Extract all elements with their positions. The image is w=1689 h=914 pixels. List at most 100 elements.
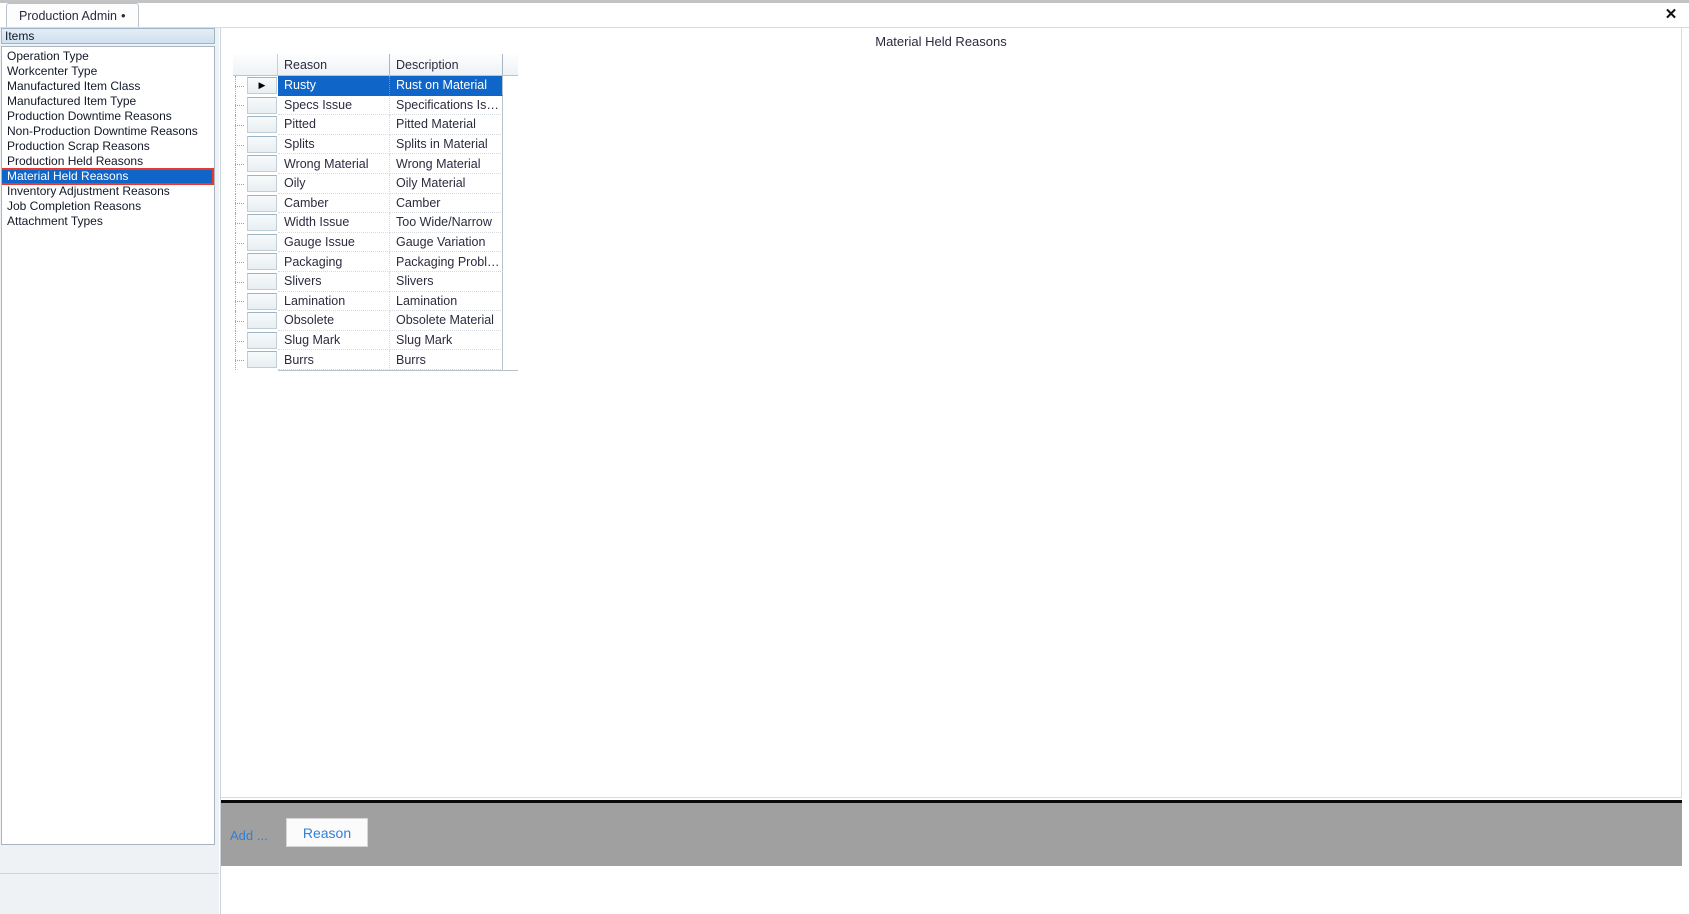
tab-label: Production Admin	[19, 8, 117, 23]
cell-reason[interactable]: Slivers	[278, 271, 390, 292]
table-row[interactable]: Slivers Slivers	[233, 271, 518, 292]
cell-reason[interactable]: Wrong Material	[278, 154, 390, 174]
table-row[interactable]: ▶ Rusty Rust on Material	[233, 76, 518, 96]
cell-reason[interactable]: Width Issue	[278, 213, 390, 233]
row-header-button[interactable]	[247, 331, 277, 349]
table-row[interactable]: Camber Camber	[233, 193, 518, 214]
cell-reason[interactable]: Specs Issue	[278, 95, 390, 116]
sidebar-item[interactable]: Material Held Reasons	[2, 168, 214, 185]
cell-description[interactable]: Wrong Material	[390, 154, 503, 174]
cell-description[interactable]: Splits in Material	[390, 134, 503, 155]
sidebar-item[interactable]: Attachment Types	[2, 214, 214, 229]
table-row[interactable]: Wrong Material Wrong Material	[233, 154, 518, 174]
add-reason-button[interactable]: Reason	[286, 818, 368, 847]
column-header-description[interactable]: Description	[390, 54, 503, 75]
tree-branch-icon	[235, 360, 244, 362]
tab-production-admin[interactable]: Production Admin •	[6, 3, 139, 27]
row-gutter	[233, 115, 278, 135]
cell-reason[interactable]: Pitted	[278, 115, 390, 135]
cell-reason[interactable]: Camber	[278, 193, 390, 214]
row-gutter	[233, 330, 278, 351]
cell-reason[interactable]: Splits	[278, 134, 390, 155]
column-header-reason[interactable]: Reason	[278, 54, 390, 75]
cell-description[interactable]: Obsolete Material	[390, 311, 503, 331]
table-row[interactable]: Slug Mark Slug Mark	[233, 330, 518, 351]
row-header-button[interactable]	[247, 351, 277, 369]
sidebar-item[interactable]: Workcenter Type	[2, 64, 214, 79]
table-row[interactable]: Specs Issue Specifications Is…	[233, 95, 518, 116]
table-row[interactable]: Gauge Issue Gauge Variation	[233, 232, 518, 253]
row-header-button[interactable]	[247, 155, 277, 173]
cell-reason[interactable]: Lamination	[278, 291, 390, 312]
sidebar-header: Items	[1, 28, 215, 44]
tree-branch-icon	[235, 144, 244, 146]
sidebar-item[interactable]: Production Held Reasons	[2, 154, 214, 169]
cell-reason[interactable]: Burrs	[278, 350, 390, 370]
cell-description[interactable]: Pitted Material	[390, 115, 503, 135]
cell-description[interactable]: Lamination	[390, 291, 503, 312]
table-row[interactable]: Lamination Lamination	[233, 291, 518, 312]
row-header-button[interactable]	[247, 135, 277, 153]
row-header-button[interactable]	[247, 116, 277, 134]
table-row[interactable]: Width Issue Too Wide/Narrow	[233, 213, 518, 233]
cell-description[interactable]: Specifications Is…	[390, 95, 503, 116]
cell-description[interactable]: Oily Material	[390, 173, 503, 194]
sidebar-items-list[interactable]: Operation Type Workcenter Type Manufacture…	[1, 46, 215, 845]
row-header-button[interactable]	[247, 272, 277, 290]
row-gutter	[233, 154, 278, 174]
table-row[interactable]: Splits Splits in Material	[233, 134, 518, 155]
table-row[interactable]: Pitted Pitted Material	[233, 115, 518, 135]
cell-description[interactable]: Gauge Variation	[390, 232, 503, 253]
bottom-toolbar: Add ... Reason	[221, 800, 1682, 866]
cell-reason[interactable]: Gauge Issue	[278, 232, 390, 253]
row-header-button[interactable]	[247, 233, 277, 251]
sidebar-item[interactable]: Non-Production Downtime Reasons	[2, 124, 214, 139]
row-header-button[interactable]	[247, 194, 277, 212]
sidebar-item[interactable]: Manufactured Item Class	[2, 79, 214, 94]
row-header-button[interactable]	[247, 96, 277, 114]
current-row-arrow-icon: ▶	[258, 80, 266, 90]
row-gutter	[233, 252, 278, 272]
cell-description[interactable]: Packaging Probl…	[390, 252, 503, 272]
close-icon[interactable]: ✕	[1661, 4, 1681, 24]
cell-description[interactable]: Camber	[390, 193, 503, 214]
cell-description[interactable]: Slug Mark	[390, 330, 503, 351]
sidebar-status-strip	[0, 873, 219, 914]
sidebar: Items Operation Type Workcenter Type Manuf…	[0, 28, 219, 914]
sidebar-item[interactable]: Manufactured Item Type	[2, 94, 214, 109]
sidebar-item[interactable]: Production Scrap Reasons	[2, 139, 214, 154]
row-header-button[interactable]	[247, 292, 277, 310]
content-area: Material Held Reasons Reason Description…	[221, 28, 1682, 798]
cell-description[interactable]: Slivers	[390, 271, 503, 292]
cell-reason[interactable]: Slug Mark	[278, 330, 390, 351]
row-gutter	[233, 95, 278, 116]
sidebar-item[interactable]: Production Downtime Reasons	[2, 109, 214, 124]
cell-reason[interactable]: Oily	[278, 173, 390, 194]
row-header-button[interactable]	[247, 214, 277, 232]
cell-description[interactable]: Too Wide/Narrow	[390, 213, 503, 233]
row-header-button[interactable]: ▶	[247, 77, 277, 94]
tree-branch-icon	[235, 203, 244, 205]
sidebar-item[interactable]: Inventory Adjustment Reasons	[2, 184, 214, 199]
table-row[interactable]: Packaging Packaging Probl…	[233, 252, 518, 272]
sidebar-item[interactable]: Job Completion Reasons	[2, 199, 214, 214]
table-row[interactable]: Oily Oily Material	[233, 173, 518, 194]
sidebar-item[interactable]: Operation Type	[2, 49, 214, 64]
grid-gutter-header	[233, 54, 278, 75]
row-header-button[interactable]	[247, 174, 277, 192]
tree-branch-icon	[235, 164, 244, 166]
cell-description[interactable]: Rust on Material	[390, 76, 503, 96]
table-row[interactable]: Burrs Burrs	[233, 350, 518, 370]
cell-reason[interactable]: Rusty	[278, 76, 390, 96]
grid-bottom-edge	[278, 369, 518, 371]
add-label: Add ...	[230, 828, 268, 843]
cell-description[interactable]: Burrs	[390, 350, 503, 370]
row-gutter	[233, 193, 278, 214]
cell-reason[interactable]: Packaging	[278, 252, 390, 272]
tree-branch-icon	[235, 242, 244, 244]
row-header-button[interactable]	[247, 312, 277, 330]
row-header-button[interactable]	[247, 253, 277, 271]
cell-reason[interactable]: Obsolete	[278, 311, 390, 331]
reasons-grid[interactable]: Reason Description ▶ Rusty Rust on Materia…	[233, 54, 518, 371]
table-row[interactable]: Obsolete Obsolete Material	[233, 311, 518, 331]
